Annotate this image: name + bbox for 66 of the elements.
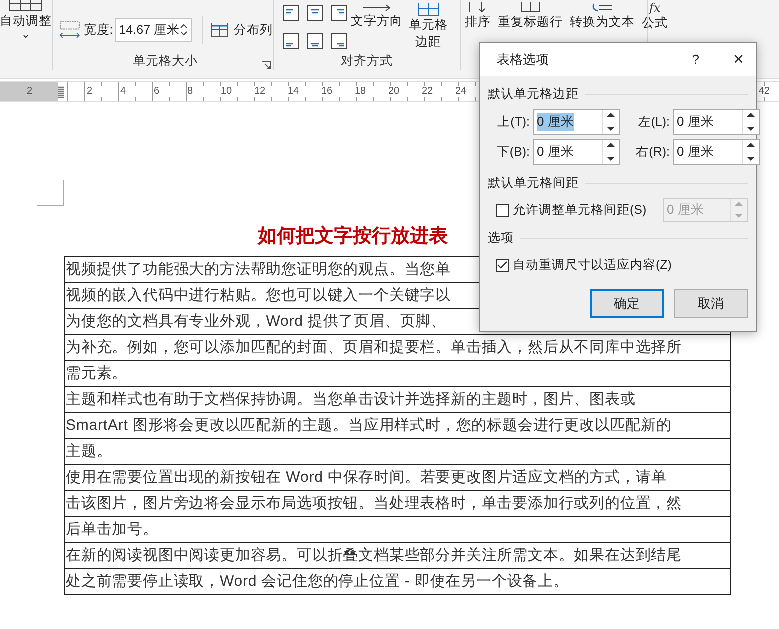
cell-alignment-icon[interactable]	[331, 33, 347, 49]
cell-alignment-icon[interactable]	[331, 5, 347, 21]
ruler-label: 42	[758, 86, 771, 97]
table-cell: 视频提供了功能强大的方法帮助您证明您的观点。当您单	[65, 260, 451, 279]
checkbox-label[interactable]: 允许调整单元格间距(S)	[513, 202, 647, 218]
help-button[interactable]: ?	[692, 52, 700, 67]
field-label: 左(L):	[637, 114, 671, 130]
close-button[interactable]: ×	[733, 49, 744, 70]
distribute-columns-icon[interactable]	[209, 21, 231, 39]
cell-alignment-icon[interactable]	[307, 33, 323, 49]
checkbox[interactable]	[496, 204, 509, 216]
table-cell: 在新的阅读视图中阅读更加容易。可以折叠文档某些部分并关注所需文本。如果在达到结尾	[65, 546, 682, 565]
margin-field[interactable]: 0 厘米	[533, 109, 620, 135]
table-cell: SmartArt 图形将会更改以匹配新的主题。当应用样式时，您的标题会进行更改以匹配新的	[65, 416, 672, 435]
ruler-label: 2	[26, 86, 34, 97]
group-label: 单元格大小	[133, 54, 198, 68]
margin-field[interactable]: 0 厘米	[673, 109, 760, 135]
cell-alignment-icon[interactable]	[283, 5, 299, 21]
cell-alignment-icon[interactable]	[307, 5, 323, 21]
distribute-columns-button[interactable]: 分布列	[234, 22, 273, 38]
field-label: 右(R):	[635, 144, 671, 160]
cell-margins-button[interactable]: 单元格 边距	[409, 3, 448, 51]
checkbox[interactable]	[496, 258, 509, 272]
dialog-title: 表格选项	[497, 50, 549, 68]
table-cell: 为使您的文档具有专业外观，Word 提供了页眉、页脚、	[65, 312, 447, 331]
dialog-launcher-icon[interactable]	[262, 61, 271, 70]
width-field[interactable]: 14.67 厘米	[115, 18, 192, 42]
width-label: 宽度:	[84, 22, 114, 38]
table-cell: 后单击加号。	[65, 520, 158, 539]
section-heading: 选项	[488, 230, 514, 246]
table-cell: 处之前需要停止读取，Word 会记住您的停止位置 - 即使在另一个设备上。	[65, 572, 569, 591]
caret-icon[interactable]: ⌄	[21, 30, 31, 40]
table-cell: 主题和样式也有助于文档保持协调。当您单击设计并选择新的主题时，图片、图表或	[65, 390, 636, 409]
table-cell: 视频的嵌入代码中进行粘贴。您也可以键入一个关键字以	[65, 286, 451, 305]
section-heading: 默认单元格边距	[488, 86, 579, 102]
text-direction-button[interactable]: 文字方向	[351, 3, 403, 51]
table-cell: 击该图片，图片旁边将会显示布局选项按钮。当处理表格时，单击要添加行或列的位置，然	[65, 494, 682, 513]
sort-icon	[468, 2, 488, 14]
margin-corner-mark	[37, 180, 64, 206]
table-cell: 为补充。例如，您可以添加匹配的封面、页眉和提要栏。单击插入，然后从不同库中选择所	[65, 338, 682, 357]
formula-icon: fx	[649, 2, 661, 15]
margin-field[interactable]: 0 厘米	[533, 139, 620, 165]
ribbon-button[interactable]: 排序	[465, 2, 491, 32]
section-heading: 默认单元格间距	[488, 174, 579, 192]
cancel-button[interactable]: 取消	[674, 289, 748, 318]
table-icon	[518, 2, 542, 14]
table-cell: 主题。	[65, 442, 112, 461]
indent-marker-icon[interactable]	[58, 86, 64, 98]
cell-alignment-icon[interactable]	[283, 33, 299, 49]
field-label: 上(T):	[496, 114, 531, 130]
arrow-icon	[362, 3, 392, 13]
table-cell: 需元素。	[65, 364, 128, 383]
ribbon-button[interactable]: fx 公式	[642, 2, 668, 32]
ribbon-button[interactable]: 转换为文本	[570, 2, 635, 32]
margin-field[interactable]: 0 厘米	[673, 139, 760, 165]
checkbox-label[interactable]: 自动重调尺寸以适应内容(Z)	[513, 256, 672, 274]
autofit-button[interactable]: 自动调整	[0, 13, 52, 30]
table-cell: 使用在需要位置出现的新按钮在 Word 中保存时间。若要更改图片适应文档的方式，请单	[65, 468, 667, 487]
table-icon	[8, 0, 44, 12]
spinner-icon[interactable]	[180, 22, 188, 38]
group-label: 对齐方式	[341, 54, 393, 68]
document-title: 如何把文字按行放进表	[258, 224, 448, 249]
field-label: 下(B):	[496, 144, 531, 160]
ok-button[interactable]: 确定	[590, 289, 664, 318]
ribbon-button[interactable]: 重复标题行	[498, 2, 563, 32]
table-icon	[416, 3, 440, 17]
